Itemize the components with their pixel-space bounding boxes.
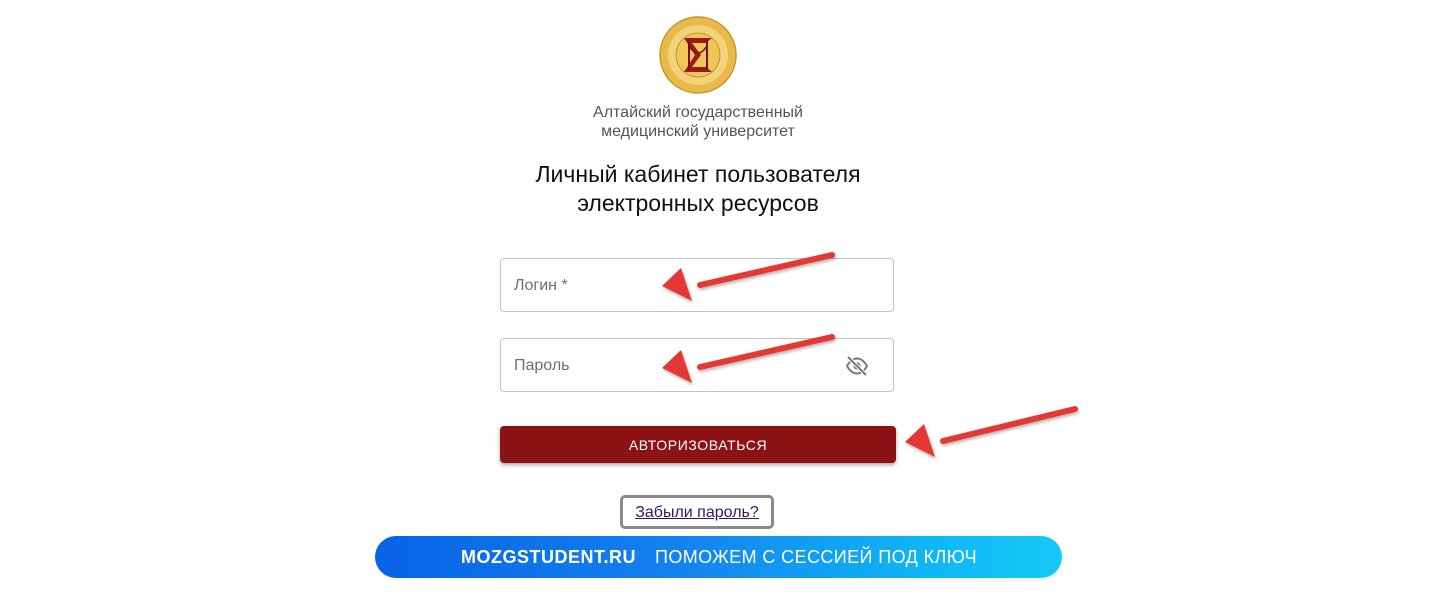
page-title-line2: электронных ресурсов: [577, 190, 819, 216]
university-name-line1: Алтайский государственный: [593, 104, 803, 121]
login-field[interactable]: Логин *: [500, 258, 894, 312]
university-name-line2: медицинский университет: [601, 123, 795, 140]
page-title-line1: Личный кабинет пользователя: [535, 161, 861, 187]
login-field-label: Логин *: [514, 277, 568, 294]
promo-banner[interactable]: MOZGSTUDENT.RU ПОМОЖЕМ С СЕССИЕЙ ПОД КЛЮ…: [375, 536, 1062, 578]
university-logo: [659, 16, 737, 94]
university-name: Алтайский государственный медицинский ун…: [548, 103, 848, 141]
password-field-label: Пароль: [514, 357, 570, 374]
page-title: Личный кабинет пользователя электронных …: [448, 160, 948, 218]
arrow-to-login-button-icon: [905, 406, 1078, 457]
forgot-password-link[interactable]: Забыли пароль?: [635, 504, 759, 522]
password-field[interactable]: Пароль: [500, 338, 894, 392]
promo-slogan: ПОМОЖЕМ С СЕССИЕЙ ПОД КЛЮЧ: [655, 547, 978, 567]
forgot-password-highlight: Забыли пароль?: [620, 495, 774, 529]
login-button[interactable]: Авторизоваться: [500, 426, 896, 463]
eye-off-icon[interactable]: [845, 355, 869, 377]
promo-site-name: MOZGSTUDENT.RU: [461, 547, 636, 567]
login-page: Алтайский государственный медицинский ун…: [0, 0, 1439, 600]
